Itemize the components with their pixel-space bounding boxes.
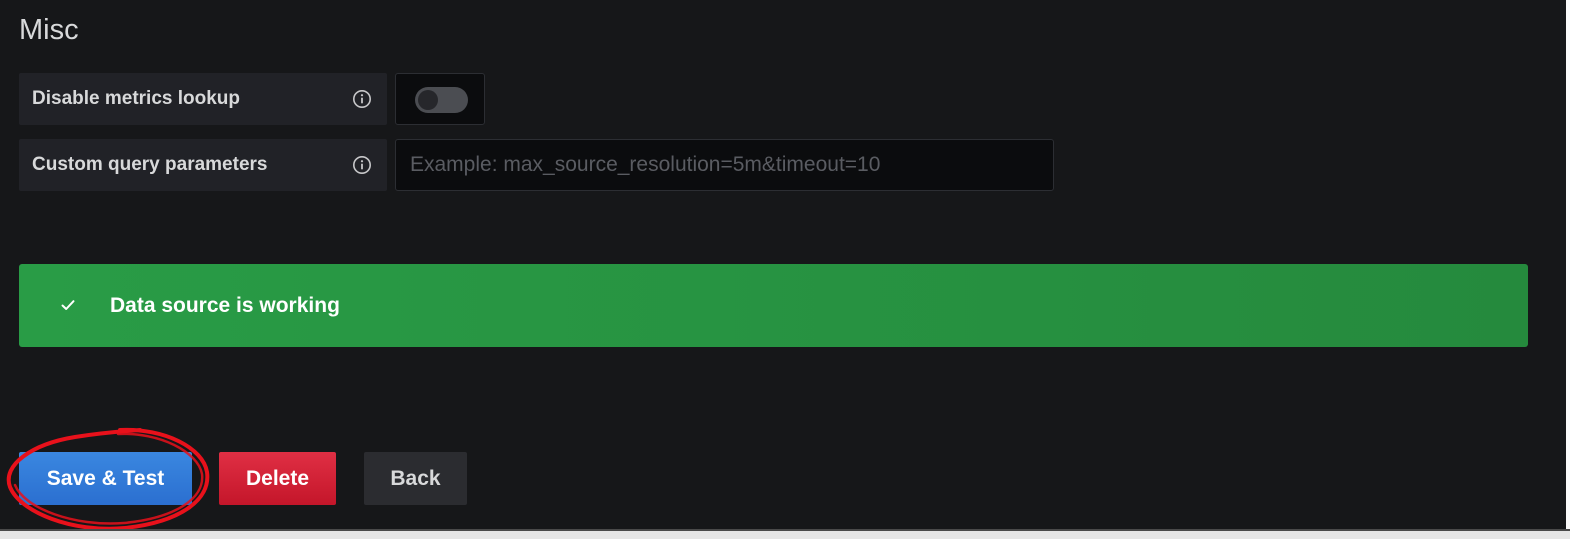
custom-query-parameters-input[interactable] [395,139,1054,191]
disable-metrics-lookup-label-text: Disable metrics lookup [32,88,241,109]
custom-query-parameters-label: Custom query parameters [19,139,387,191]
window-edge [1566,0,1570,529]
back-button[interactable]: Back [364,452,467,505]
section-title: Misc [19,14,79,46]
switch-thumb[interactable] [418,90,438,110]
delete-button[interactable]: Delete [219,452,336,505]
info-icon[interactable] [352,89,372,109]
info-icon[interactable] [352,155,372,175]
alert-message: Data source is working [110,293,340,317]
save-and-test-button[interactable]: Save & Test [19,452,192,505]
check-icon [61,300,75,310]
bottom-border [0,529,1570,539]
custom-query-parameters-label-text: Custom query parameters [32,154,268,175]
success-alert: Data source is working [19,264,1528,347]
disable-metrics-lookup-switch[interactable] [395,73,485,125]
disable-metrics-lookup-label: Disable metrics lookup [19,73,387,125]
switch-track[interactable] [415,87,468,113]
